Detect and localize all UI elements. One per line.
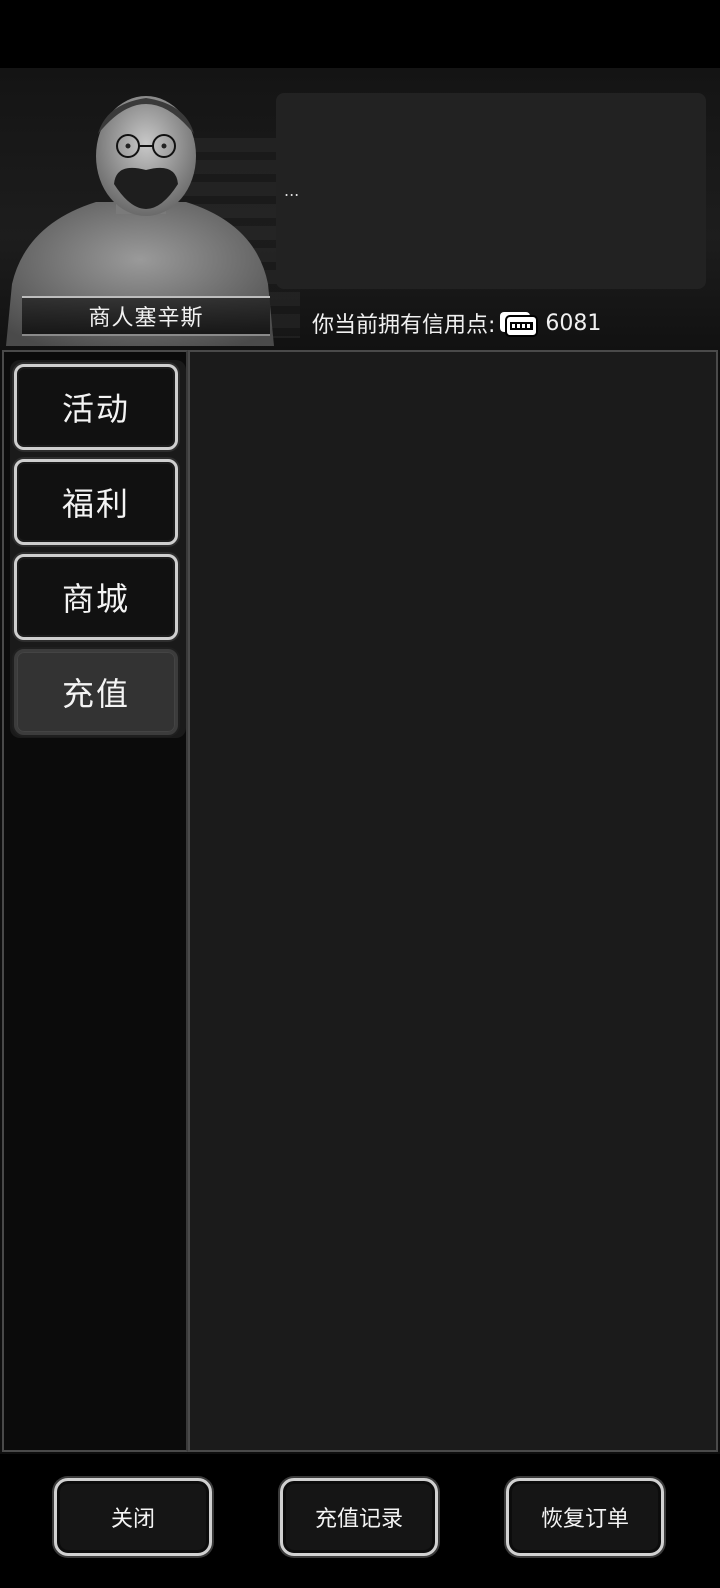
category-sidebar: 活动 福利 商城 充值 bbox=[2, 350, 188, 1452]
credit-card-icon bbox=[500, 312, 539, 337]
restore-order-button[interactable]: 恢复订单 bbox=[506, 1478, 664, 1556]
tab-store[interactable]: 商城 bbox=[14, 554, 178, 640]
merchant-header: 商人塞辛斯 ... 你当前拥有信用点: 6081 bbox=[0, 68, 720, 350]
shop-screen: 商人塞辛斯 ... 你当前拥有信用点: 6081 活动 福利 商城 充值 关闭 … bbox=[0, 0, 720, 1588]
tab-activities[interactable]: 活动 bbox=[14, 364, 178, 450]
dialog-text: ... bbox=[284, 181, 300, 200]
main-area: 活动 福利 商城 充值 bbox=[0, 350, 720, 1454]
credits-display: 你当前拥有信用点: 6081 bbox=[312, 306, 601, 340]
credits-label: 你当前拥有信用点: bbox=[312, 313, 496, 338]
credits-value: 6081 bbox=[545, 310, 602, 336]
merchant-name: 商人塞辛斯 bbox=[22, 296, 270, 336]
recharge-history-button[interactable]: 充值记录 bbox=[280, 1478, 438, 1556]
footer-bar: 关闭 充值记录 恢复订单 bbox=[0, 1454, 720, 1588]
content-panel bbox=[188, 350, 718, 1452]
dialog-box: ... bbox=[276, 93, 706, 289]
tab-recharge[interactable]: 充值 bbox=[14, 649, 178, 735]
close-button[interactable]: 关闭 bbox=[54, 1478, 212, 1556]
tab-welfare[interactable]: 福利 bbox=[14, 459, 178, 545]
